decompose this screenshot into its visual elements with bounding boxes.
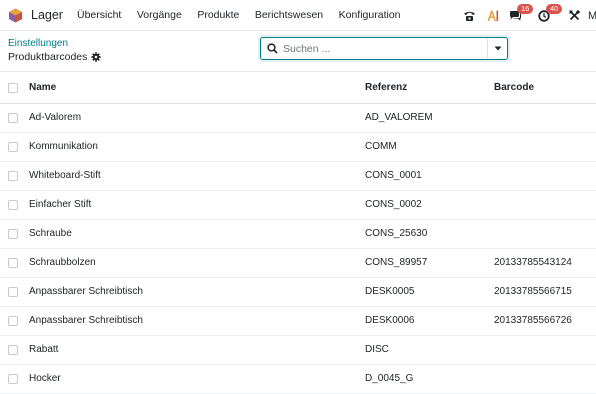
row-select-cell xyxy=(0,219,29,249)
activity-clock-icon[interactable]: 40 xyxy=(537,3,563,22)
ai-icon[interactable] xyxy=(485,9,499,22)
cell-reference[interactable]: DESK0006 xyxy=(365,306,494,336)
activities-badge: 40 xyxy=(546,3,563,14)
row-select-cell xyxy=(0,161,29,191)
column-header-barcode[interactable]: Barcode xyxy=(494,73,596,104)
caret-down-icon xyxy=(494,46,501,51)
cell-reference[interactable]: COMM xyxy=(365,132,494,162)
main-menu: Übersicht Vorgänge Produkte Berichtswese… xyxy=(77,9,416,21)
cell-reference[interactable]: DISC xyxy=(365,335,494,365)
cell-name[interactable]: Kommunikation xyxy=(29,132,365,162)
tools-icon[interactable] xyxy=(568,10,580,21)
row-checkbox[interactable] xyxy=(8,199,18,210)
table-row[interactable]: Whiteboard-Stift CONS_0001 xyxy=(0,161,596,191)
search-input[interactable] xyxy=(283,39,487,58)
page-title-text: Produktbarcodes xyxy=(8,51,88,63)
table-row[interactable]: Ad-Valorem AD_VALOREM xyxy=(0,103,596,133)
barcode-table: Name Referenz Barcode Ad-Valorem AD_VALO… xyxy=(0,73,596,394)
menu-berichtswesen[interactable]: Berichtswesen xyxy=(255,9,323,21)
inventory-app-icon[interactable] xyxy=(8,7,23,23)
phone-icon[interactable] xyxy=(462,10,476,22)
cell-reference[interactable]: CONS_25630 xyxy=(365,219,494,249)
row-checkbox[interactable] xyxy=(8,286,18,297)
cell-barcode[interactable]: 20133785566726 xyxy=(494,306,596,336)
messages-icon[interactable]: 16 xyxy=(508,3,534,22)
select-all-checkbox[interactable] xyxy=(8,82,18,93)
table-row[interactable]: Schraube CONS_25630 xyxy=(0,219,596,249)
row-select-cell xyxy=(0,277,29,307)
row-select-cell xyxy=(0,364,29,394)
cell-barcode[interactable]: 20133785566715 xyxy=(494,277,596,307)
row-select-cell xyxy=(0,335,29,365)
app-brand[interactable]: Lager xyxy=(31,8,63,22)
menu-uebersicht[interactable]: Übersicht xyxy=(77,9,121,21)
row-checkbox[interactable] xyxy=(8,257,18,268)
table-header-row: Name Referenz Barcode xyxy=(0,73,596,104)
table-row[interactable]: Anpassbarer Schreibtisch DESK0006 201337… xyxy=(0,306,596,336)
gear-icon[interactable] xyxy=(91,52,102,62)
cell-reference[interactable]: AD_VALOREM xyxy=(365,103,494,133)
row-checkbox[interactable] xyxy=(8,141,18,152)
row-checkbox[interactable] xyxy=(8,170,18,181)
table-row[interactable]: Kommunikation COMM xyxy=(0,132,596,162)
row-select-cell xyxy=(0,248,29,278)
cell-name[interactable]: Ad-Valorem xyxy=(29,103,365,133)
menu-vorgaenge[interactable]: Vorgänge xyxy=(137,9,182,21)
row-select-cell xyxy=(0,132,29,162)
column-header-name[interactable]: Name xyxy=(29,73,365,104)
cell-reference[interactable]: D_0045_G xyxy=(365,364,494,394)
cell-reference[interactable]: CONS_0001 xyxy=(365,161,494,191)
cell-barcode[interactable] xyxy=(494,103,596,133)
column-header-reference[interactable]: Referenz xyxy=(365,73,494,104)
cell-reference[interactable]: CONS_0002 xyxy=(365,190,494,220)
table-row[interactable]: Schraubbolzen CONS_89957 20133785543124 xyxy=(0,248,596,278)
cell-barcode[interactable] xyxy=(494,190,596,220)
cell-reference[interactable]: CONS_89957 xyxy=(365,248,494,278)
cell-barcode[interactable] xyxy=(494,161,596,191)
page-title: Produktbarcodes xyxy=(8,51,102,63)
cell-barcode[interactable] xyxy=(494,364,596,394)
table-row[interactable]: Rabatt DISC xyxy=(0,335,596,365)
cell-name[interactable]: Rabatt xyxy=(29,335,365,365)
row-select-cell xyxy=(0,103,29,133)
row-checkbox[interactable] xyxy=(8,315,18,326)
row-select-cell xyxy=(0,190,29,220)
cell-name[interactable]: Anpassbarer Schreibtisch xyxy=(29,277,365,307)
cell-name[interactable]: Whiteboard-Stift xyxy=(29,161,365,191)
row-checkbox[interactable] xyxy=(8,344,18,355)
search-bar xyxy=(260,37,508,60)
row-checkbox[interactable] xyxy=(8,228,18,239)
cell-name[interactable]: Hocker xyxy=(29,364,365,394)
search-icon xyxy=(261,38,283,59)
cell-name[interactable]: Anpassbarer Schreibtisch xyxy=(29,306,365,336)
row-checkbox[interactable] xyxy=(8,373,18,384)
table-row[interactable]: Hocker D_0045_G xyxy=(0,364,596,394)
cell-reference[interactable]: DESK0005 xyxy=(365,277,494,307)
cell-barcode[interactable] xyxy=(494,335,596,365)
user-avatar[interactable]: M xyxy=(588,10,596,22)
row-checkbox[interactable] xyxy=(8,112,18,123)
systray: 16 40 M xyxy=(462,0,596,31)
menu-produkte[interactable]: Produkte xyxy=(197,9,239,21)
menu-konfiguration[interactable]: Konfiguration xyxy=(339,9,401,21)
breadcrumb-einstellungen[interactable]: Einstellungen xyxy=(8,38,68,49)
cell-barcode[interactable] xyxy=(494,132,596,162)
control-panel: Einstellungen Produktbarcodes xyxy=(0,31,596,72)
table-row[interactable]: Anpassbarer Schreibtisch DESK0005 201337… xyxy=(0,277,596,307)
cell-name[interactable]: Schraube xyxy=(29,219,365,249)
row-select-cell xyxy=(0,306,29,336)
cell-name[interactable]: Schraubbolzen xyxy=(29,248,365,278)
cell-barcode[interactable] xyxy=(494,219,596,249)
messages-badge: 16 xyxy=(517,3,534,14)
select-all-cell xyxy=(0,73,29,104)
table-row[interactable]: Einfacher Stift CONS_0002 xyxy=(0,190,596,220)
cell-name[interactable]: Einfacher Stift xyxy=(29,190,365,220)
search-options-toggle[interactable] xyxy=(487,38,507,59)
top-navbar: Lager Übersicht Vorgänge Produkte Berich… xyxy=(0,0,596,31)
cell-barcode[interactable]: 20133785543124 xyxy=(494,248,596,278)
